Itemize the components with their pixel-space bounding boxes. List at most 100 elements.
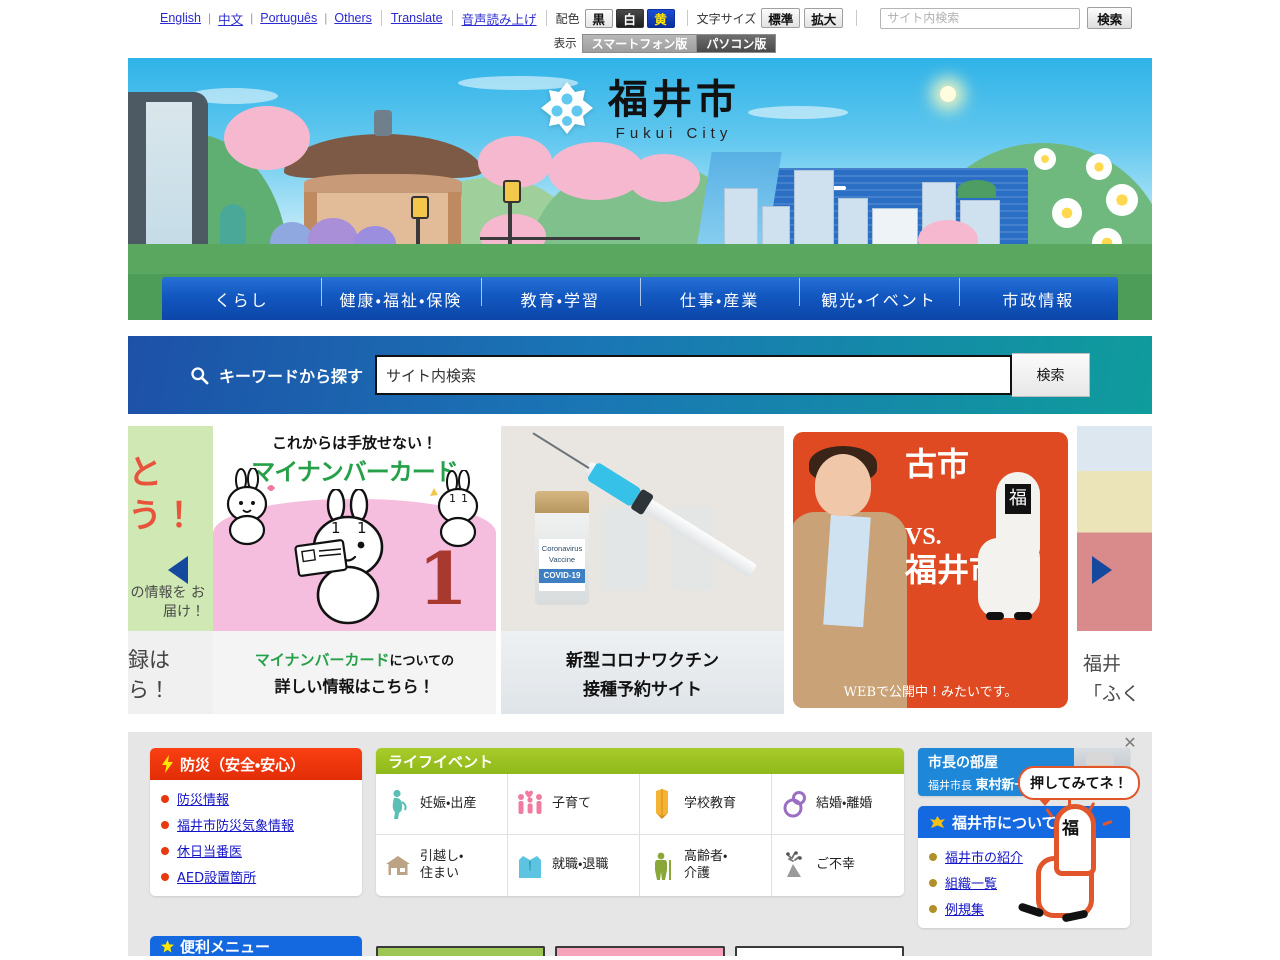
life-event-moving[interactable]: 引越し・ 住まい [376,835,508,896]
carousel-slide-fukui-brand[interactable]: 福井 「ふく [1077,426,1152,714]
bousai-panel: 防災（安全・安心） 防災情報 福井市防災気象情報 休日当番医 AED設置箇所 [150,748,362,896]
voice-read-link[interactable]: 音声読み上げ [462,9,537,28]
slide-vs-text: VS. [905,524,942,550]
carousel-slide-furuichi-vs-fukui[interactable]: 古市 VS. 福井市 福 WEBで公開中！みたいです。 [789,426,1072,714]
color-button-white[interactable]: 白 [615,8,644,28]
life-events-header: ライフイベント [376,748,904,774]
color-button-black[interactable]: 黒 [584,8,613,28]
bullet-icon [929,904,937,913]
rabbit-mascot-icon: 1 1 [294,489,384,625]
life-event-elderly[interactable]: 高齢者・ 介護 [640,835,772,896]
slide-footer-text: WEBで公開中！みたいです。 [843,685,1018,700]
life-event-label: 結婚・離婚 [816,795,873,811]
bullet-icon [929,878,937,887]
narcissus-flower-icon [1052,198,1082,228]
caption-line2: 「ふく [1083,683,1141,706]
mayor-title-prefix: 福井市長 [928,778,972,792]
keyword-search-input[interactable] [375,355,1012,395]
carousel-next-arrow[interactable] [1092,556,1112,584]
svg-text:1: 1 [331,519,341,537]
carousel-slide-my-number-card[interactable]: これからは手放せない！ マイナンバーカード 1 1 1 1 1 マイナンバーカー… [213,426,496,714]
life-event-school[interactable]: 学校教育 [640,774,772,835]
star-icon [161,939,174,952]
nav-item-kyoiku-gakushu[interactable]: 教育・学習 [480,277,640,311]
bousai-link-label: AED設置箇所 [177,871,257,886]
nav-item-shigoto-sangyo[interactable]: 仕事・産業 [639,277,799,311]
color-scheme-label: 配色 [555,11,580,26]
life-event-childcare[interactable]: 子育て [508,774,640,835]
life-event-label: 学校教育 [684,795,737,811]
top-search-button[interactable]: 検索 [1087,7,1133,29]
carousel-prev-arrow[interactable] [168,556,188,584]
color-button-yellow[interactable]: 黄 [646,8,675,28]
mascot-popup[interactable]: 押してみてネ！ 福 [1017,756,1168,936]
bottom-strip: 便利メニュー [128,936,1152,956]
bousai-link-label: 防災情報 [177,793,230,808]
bousai-link-1[interactable]: 福井市防災気象情報 [161,815,351,834]
top-search-input[interactable] [880,7,1081,29]
bousai-panel-body: 防災情報 福井市防災気象情報 休日当番医 AED設置箇所 [150,780,362,896]
vial-text-vaccine: Vaccine [548,555,576,565]
bousai-link-2[interactable]: 休日当番医 [161,841,351,860]
divider [686,10,688,26]
gate-roof [284,134,482,178]
bousai-link-label: 福井市防災気象情報 [177,819,295,834]
display-mode-pc-button[interactable]: パソコン版 [697,33,777,53]
sun-icon [940,86,956,102]
slide-image-area: Coronavirus Vaccine COVID-19 [501,426,784,631]
slide-caption-text: 録は ら！ [128,648,170,703]
convenience-menu-panel-header[interactable]: 便利メニュー [150,936,362,956]
orange-card: 古市 VS. 福井市 福 WEBで公開中！みたいです。 [793,432,1068,708]
caption-line1: 福井 [1083,653,1122,675]
bousai-panel-header: 防災（安全・安心） [150,748,362,780]
life-event-pregnancy[interactable]: 妊娠・出産 [376,774,508,835]
life-events-grid: 妊娠・出産 子育て 学校教育 結婚・離婚 引越し・ 住まい 就職・退職 高齢者・… [376,774,904,896]
font-size-large-button[interactable]: 拡大 [804,8,844,28]
about-link-label: 例規集 [945,903,985,918]
nav-item-kurashi[interactable]: くらし [162,287,321,311]
lang-link-portuguese[interactable]: Português [260,11,317,25]
bottom-tab-white[interactable] [734,946,904,956]
slide-sub-text: の情報を お届け！ [130,584,205,621]
carousel-slide-covid-vaccine[interactable]: Coronavirus Vaccine COVID-19 新型コロナワクチン 接… [501,426,784,714]
caption-green-part: マイナンバーカード [254,650,390,669]
site-logo[interactable]: 福井市 Fukui City [540,80,740,141]
mayor-text-group: 市長の部屋 福井市長 東村新一 [928,752,1028,793]
person-face-shape [815,454,871,516]
lang-link-others[interactable]: Others [334,11,372,25]
lang-link-chinese[interactable]: 中文 [218,9,243,28]
slide-big-text: と う！ [128,453,196,536]
slide-image-area [1077,426,1152,631]
bullet-icon [929,852,937,861]
bousai-link-0[interactable]: 防災情報 [161,789,351,808]
bottom-tab-green[interactable] [376,946,546,956]
divider [856,10,858,26]
life-event-label: 高齢者・ 介護 [684,848,728,881]
suit-icon [519,853,541,878]
keyword-search-button[interactable]: 検索 [1012,353,1090,397]
bottom-tab-pink[interactable] [555,946,725,956]
display-mode-smartphone-button[interactable]: スマートフォン版 [581,33,698,53]
bousai-link-3[interactable]: AED設置箇所 [161,867,351,886]
cherry-blossom-shape [224,106,310,170]
life-event-marriage[interactable]: 結婚・離婚 [772,774,904,835]
bousai-link-label: 休日当番医 [177,845,243,860]
mascot-popup-close-button[interactable]: ✕ [1122,736,1138,752]
slide-caption-line2: 詳しい情報はこちら！ [274,676,435,696]
about-link-label: 福井市の紹介 [945,851,1024,866]
life-event-employment[interactable]: 就職・退職 [508,835,640,896]
nav-item-kanko-event[interactable]: 観光・イベント [799,277,958,311]
slide-headline: これからは手放せない！ [271,434,437,452]
bullet-icon [161,846,169,855]
translate-link[interactable]: Translate [391,11,443,25]
nav-item-shisei-joho[interactable]: 市政情報 [958,277,1118,311]
life-event-bereavement[interactable]: ご不幸 [772,835,904,896]
lightning-icon [162,755,173,773]
nav-item-kenko-fukushi-hoken[interactable]: 健康・福祉・保険 [321,277,480,311]
slide-caption-area: 福井 「ふく [1077,631,1152,714]
life-events-panel: ライフイベント 妊娠・出産 子育て 学校教育 結婚・離婚 引越し・ 住まい 就職… [376,748,904,896]
font-size-standard-button[interactable]: 標準 [761,8,801,28]
sparkle-shape [1045,808,1054,818]
lang-link-english[interactable]: English [160,11,201,25]
vial-cap-shape [535,491,589,513]
